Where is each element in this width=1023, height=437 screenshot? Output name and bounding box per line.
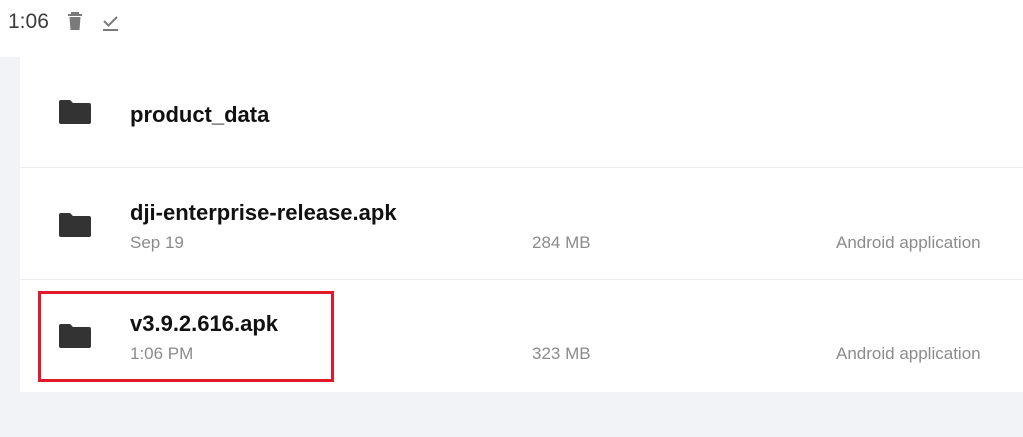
- status-bar: 1:06: [0, 0, 1023, 57]
- folder-icon: [58, 212, 92, 238]
- file-date: Sep 19: [130, 233, 184, 252]
- file-row-v3-9-2-616[interactable]: v3.9.2.616.apk 1:06 PM 323 MB Android ap…: [20, 281, 1023, 392]
- status-time: 1:06: [8, 10, 49, 33]
- file-name: product_data: [130, 102, 270, 127]
- file-row-product-data[interactable]: product_data: [20, 57, 1023, 168]
- trash-icon: [67, 11, 87, 33]
- file-row-dji-enterprise-release[interactable]: dji-enterprise-release.apk Sep 19 284 MB…: [20, 169, 1023, 280]
- folder-icon: [58, 99, 92, 125]
- file-type: Android application: [836, 344, 981, 363]
- file-name: v3.9.2.616.apk: [130, 311, 279, 336]
- download-done-icon: [101, 11, 121, 33]
- file-date: 1:06 PM: [130, 344, 194, 363]
- file-list: product_data dji-enterprise-release.apk …: [20, 57, 1023, 392]
- file-size: 284 MB: [532, 233, 591, 252]
- file-type: Android application: [836, 233, 981, 252]
- file-name: dji-enterprise-release.apk: [130, 200, 397, 225]
- file-size: 323 MB: [532, 344, 591, 363]
- folder-icon: [58, 323, 92, 349]
